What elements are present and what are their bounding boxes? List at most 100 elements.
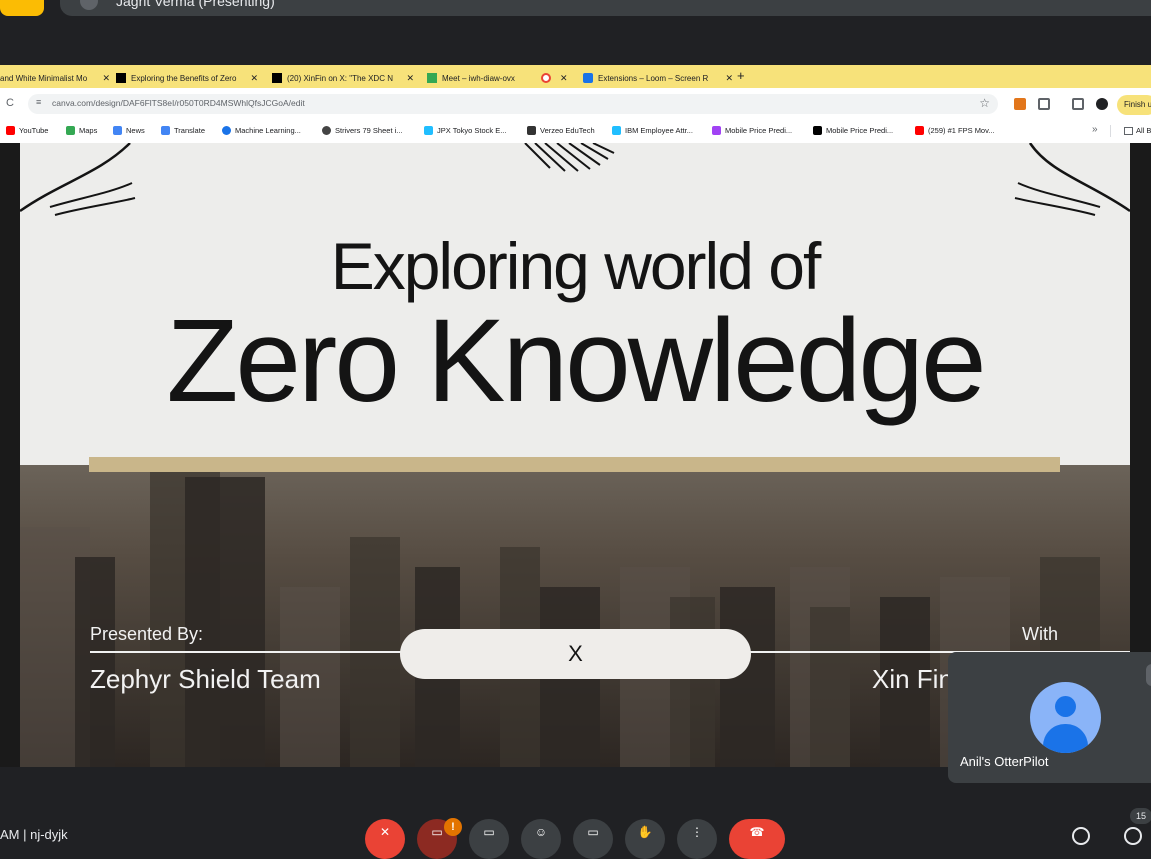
bookmark-label: Mobile Price Predi... (725, 126, 793, 135)
new-tab-button[interactable]: + (737, 68, 745, 83)
omnibox[interactable]: ≡ canva.com/design/DAF6FlTS8eI/r050T0RD4… (28, 94, 998, 114)
gold-divider (89, 457, 1060, 472)
profile-avatar-icon[interactable] (1096, 98, 1108, 110)
bookmark-machine-learning[interactable]: Machine Learning... (222, 126, 301, 135)
self-view-tile[interactable]: Anil's OtterPilot (948, 652, 1151, 783)
tab-strip: and White Minimalist Mo ✕ Exploring the … (0, 65, 1151, 88)
folder-icon (1124, 126, 1133, 135)
partner-name: Xin Fin (872, 664, 953, 694)
news-icon (113, 126, 122, 135)
side-panel-icon[interactable] (1072, 98, 1084, 110)
all-bookmarks-button[interactable]: All B (1124, 126, 1151, 135)
dev-favicon-icon (116, 73, 126, 83)
bookmark-mobile-price-2[interactable]: Mobile Price Predi... (813, 126, 893, 135)
emoji-icon: ☺ (534, 825, 548, 839)
bookmark-verzeo[interactable]: Verzeo EduTech (527, 126, 595, 135)
tab-extensions[interactable]: Extensions – Loom – Screen R ✕ (583, 68, 733, 88)
captions-button[interactable]: ▭ (469, 819, 509, 859)
mic-off-icon: ✕ (379, 825, 391, 839)
bookmark-ibm[interactable]: IBM Employee Attr... (612, 126, 693, 135)
close-icon[interactable]: ✕ (102, 73, 110, 84)
site-info-icon[interactable]: ≡ (36, 97, 41, 107)
left-rule (90, 651, 420, 653)
meet-favicon-icon (427, 73, 437, 83)
tab-x-xinfin[interactable]: (20) XinFin on X: "The XDC N ✕ (272, 68, 414, 88)
shared-browser-window: and White Minimalist Mo ✕ Exploring the … (0, 65, 1151, 144)
bookmark-jpx[interactable]: JPX Tokyo Stock E... (424, 126, 506, 135)
close-icon[interactable]: ✕ (406, 73, 414, 84)
meet-control-bar: AM | nj-dyjk ✕ ▭ ▭ ☺ ▭ ✋ ⋮ ☎ (0, 783, 1151, 859)
with-label: With (1022, 624, 1058, 644)
more-vert-icon: ⋮ (691, 825, 703, 839)
captions-icon: ▭ (483, 825, 495, 839)
kaggle-icon (612, 126, 621, 135)
finish-update-button[interactable]: Finish u (1117, 95, 1151, 115)
bookmarks-divider (1110, 125, 1111, 137)
bookmark-label: Strivers 79 Sheet i... (335, 126, 403, 135)
metamask-icon[interactable] (1014, 98, 1026, 110)
present-button[interactable]: ▭ (573, 819, 613, 859)
bookmark-mobile-price-1[interactable]: Mobile Price Predi... (712, 126, 792, 135)
people-icon[interactable] (1124, 827, 1142, 845)
coursera-icon (222, 126, 231, 135)
bookmark-translate[interactable]: Translate (161, 126, 205, 135)
emoji-button[interactable]: ☺ (521, 819, 561, 859)
youtube-icon (6, 126, 15, 135)
bookmark-label: JPX Tokyo Stock E... (437, 126, 507, 135)
medium-icon (813, 126, 822, 135)
bookmark-label: News (126, 126, 145, 135)
presenter-banner: Jagrit Verma (Presenting) (60, 0, 1151, 16)
more-options-button[interactable]: ⋮ (677, 819, 717, 859)
bookmarks-overflow-button[interactable]: » (1092, 124, 1098, 135)
bookmark-label: Mobile Price Predi... (826, 126, 894, 135)
participants-count-badge: 15 (1130, 808, 1151, 824)
participant-avatar-icon (1030, 682, 1101, 753)
presenter-label: Jagrit Verma (Presenting) (116, 0, 275, 9)
bookmark-label: Verzeo EduTech (540, 126, 595, 135)
tab-meet[interactable]: Meet – iwh-diaw-ovx (427, 68, 537, 88)
tab-canva[interactable]: and White Minimalist Mo ✕ (0, 68, 110, 88)
slide-title-line2: Zero Knowledge (166, 295, 986, 427)
self-view-name: Anil's OtterPilot (960, 754, 1049, 769)
microphone-off-button[interactable]: ✕ (365, 819, 405, 859)
bookmark-fps-movement[interactable]: (259) #1 FPS Mov... (915, 126, 995, 135)
info-icon[interactable] (1072, 827, 1090, 845)
tab-recording[interactable]: ✕ (541, 68, 569, 88)
kaggle-icon (424, 126, 433, 135)
reload-icon[interactable]: C (6, 97, 14, 109)
more-options-icon[interactable] (1146, 664, 1151, 686)
collaboration-x-pill: X (400, 629, 751, 679)
bookmark-news[interactable]: News (113, 126, 145, 135)
url-text[interactable]: canva.com/design/DAF6FlTS8eI/r050T0RD4MS… (52, 98, 305, 108)
puzzle-icon (583, 73, 593, 83)
bookmark-label: Maps (79, 126, 98, 135)
bookmarks-bar: YouTube Maps News Translate Machine Lear… (0, 120, 1151, 144)
bookmark-maps[interactable]: Maps (66, 126, 97, 135)
hand-icon: ✋ (637, 825, 653, 839)
close-icon[interactable]: ✕ (560, 73, 568, 84)
presentation-control-button[interactable] (0, 0, 44, 16)
decorative-swirls (20, 143, 1130, 216)
tab-dev-article[interactable]: Exploring the Benefits of Zero ✕ (116, 68, 258, 88)
end-call-icon: ☎ (749, 825, 765, 839)
tab-label: Meet – iwh-diaw-ovx (442, 73, 515, 83)
globe-icon (322, 126, 331, 135)
leave-call-button[interactable]: ☎ (729, 819, 785, 859)
maps-icon (66, 126, 75, 135)
bookmark-strivers[interactable]: Strivers 79 Sheet i... (322, 126, 403, 135)
recording-icon (541, 73, 551, 83)
close-icon[interactable]: ✕ (725, 73, 733, 84)
tab-label: Extensions – Loom – Screen R (598, 73, 709, 83)
tab-label: Exploring the Benefits of Zero (131, 73, 237, 83)
bookmark-star-icon[interactable]: ☆ (979, 96, 990, 110)
address-bar-row: C ≡ canva.com/design/DAF6FlTS8eI/r050T0R… (0, 88, 1151, 120)
extensions-icon[interactable] (1038, 98, 1050, 110)
all-bookmarks-label: All B (1136, 126, 1151, 135)
bookmark-label: Machine Learning... (235, 126, 301, 135)
verzeo-icon (527, 126, 536, 135)
raise-hand-button[interactable]: ✋ (625, 819, 665, 859)
close-icon[interactable]: ✕ (250, 73, 258, 84)
presented-by-label: Presented By: (90, 624, 204, 644)
bookmark-youtube[interactable]: YouTube (6, 126, 48, 135)
present-icon: ▭ (587, 825, 599, 839)
